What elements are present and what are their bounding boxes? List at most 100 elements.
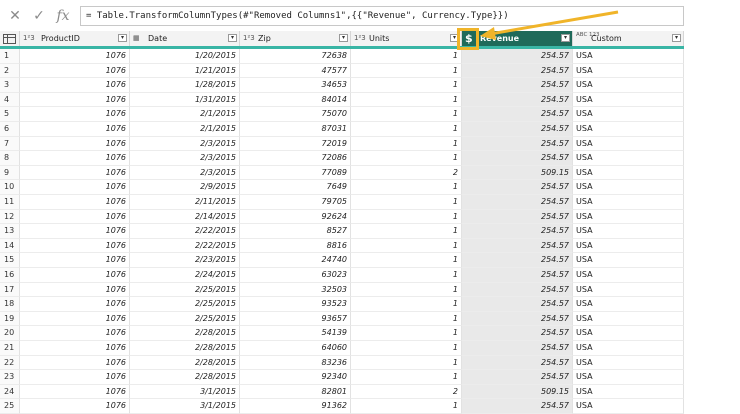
row-number[interactable]: 6 [0,122,20,137]
cell-custom[interactable]: USA [573,238,684,254]
cell-productid[interactable]: 1076 [20,311,130,327]
cell-units[interactable]: 2 [351,165,462,181]
row-number[interactable]: 7 [0,136,20,152]
cell-units[interactable]: 1 [351,78,462,93]
cell-revenue[interactable]: 254.57 [462,49,573,64]
row-number[interactable]: 13 [0,224,20,239]
cell-date[interactable]: 2/3/2015 [130,165,240,181]
cell-zip[interactable]: 63023 [240,268,351,283]
cancel-icon[interactable]: ✕ [5,6,25,26]
cell-custom[interactable]: USA [573,326,684,341]
cell-units[interactable]: 1 [351,92,462,108]
cell-custom[interactable]: USA [573,253,684,268]
cell-productid[interactable]: 1076 [20,136,130,152]
cell-units[interactable]: 1 [351,399,462,414]
table-row[interactable]: 4 1076 1/31/2015 84014 1 254.57 USA [0,92,684,108]
cell-units[interactable]: 1 [351,268,462,283]
row-number[interactable]: 24 [0,384,20,400]
cell-custom[interactable]: USA [573,92,684,108]
cell-custom[interactable]: USA [573,165,684,181]
cell-custom[interactable]: USA [573,122,684,137]
cell-date[interactable]: 2/1/2015 [130,107,240,122]
cell-productid[interactable]: 1076 [20,122,130,137]
header-zip[interactable]: 1²3 Zip ▾ [240,31,351,46]
cell-custom[interactable]: USA [573,355,684,371]
cell-productid[interactable]: 1076 [20,253,130,268]
row-number[interactable]: 10 [0,180,20,195]
cell-revenue[interactable]: 254.57 [462,311,573,327]
filter-dropdown-icon[interactable]: ▾ [339,34,348,42]
table-row[interactable]: 3 1076 1/28/2015 34653 1 254.57 USA [0,78,684,93]
cell-custom[interactable]: USA [573,384,684,400]
row-number[interactable]: 14 [0,238,20,254]
cell-revenue[interactable]: 254.57 [462,268,573,283]
cell-productid[interactable]: 1076 [20,399,130,414]
table-row[interactable]: 14 1076 2/22/2015 8816 1 254.57 USA [0,238,684,254]
cell-date[interactable]: 3/1/2015 [130,384,240,400]
cell-custom[interactable]: USA [573,297,684,312]
row-number[interactable]: 20 [0,326,20,341]
cell-units[interactable]: 1 [351,311,462,327]
cell-productid[interactable]: 1076 [20,151,130,166]
date-type-icon[interactable]: ▦ [133,31,140,46]
table-row[interactable]: 7 1076 2/3/2015 72019 1 254.57 USA [0,136,684,152]
cell-revenue[interactable]: 254.57 [462,326,573,341]
cell-date[interactable]: 2/28/2015 [130,370,240,385]
cell-productid[interactable]: 1076 [20,78,130,93]
number-type-icon[interactable]: 1²3 [243,31,255,46]
cell-units[interactable]: 1 [351,107,462,122]
cell-revenue[interactable]: 254.57 [462,224,573,239]
cell-zip[interactable]: 75070 [240,107,351,122]
cell-date[interactable]: 3/1/2015 [130,399,240,414]
cell-units[interactable]: 1 [351,341,462,356]
header-units[interactable]: 1²3 Units ▾ [351,31,462,46]
cell-custom[interactable]: USA [573,195,684,210]
cell-date[interactable]: 2/3/2015 [130,151,240,166]
cell-custom[interactable]: USA [573,282,684,298]
cell-units[interactable]: 1 [351,136,462,152]
cell-date[interactable]: 2/28/2015 [130,355,240,371]
cell-revenue[interactable]: 254.57 [462,78,573,93]
cell-revenue[interactable]: 254.57 [462,399,573,414]
filter-dropdown-icon[interactable]: ▾ [118,34,127,42]
row-number[interactable]: 16 [0,268,20,283]
cell-date[interactable]: 2/3/2015 [130,136,240,152]
table-row[interactable]: 12 1076 2/14/2015 92624 1 254.57 USA [0,209,684,225]
cell-productid[interactable]: 1076 [20,180,130,195]
cell-zip[interactable]: 32503 [240,282,351,298]
cell-zip[interactable]: 34653 [240,78,351,93]
cell-date[interactable]: 1/21/2015 [130,63,240,79]
cell-productid[interactable]: 1076 [20,370,130,385]
cell-revenue[interactable]: 254.57 [462,355,573,371]
table-row[interactable]: 13 1076 2/22/2015 8527 1 254.57 USA [0,224,684,239]
row-number[interactable]: 22 [0,355,20,371]
row-number[interactable]: 11 [0,195,20,210]
cell-units[interactable]: 1 [351,238,462,254]
cell-zip[interactable]: 82801 [240,384,351,400]
cell-productid[interactable]: 1076 [20,165,130,181]
table-row[interactable]: 22 1076 2/28/2015 83236 1 254.57 USA [0,355,684,371]
cell-units[interactable]: 1 [351,209,462,225]
commit-icon[interactable]: ✓ [29,6,49,26]
row-number[interactable]: 4 [0,92,20,108]
cell-date[interactable]: 2/25/2015 [130,297,240,312]
cell-revenue[interactable]: 254.57 [462,253,573,268]
cell-custom[interactable]: USA [573,209,684,225]
cell-units[interactable]: 2 [351,384,462,400]
cell-units[interactable]: 1 [351,253,462,268]
cell-zip[interactable]: 24740 [240,253,351,268]
table-row[interactable]: 20 1076 2/28/2015 54139 1 254.57 USA [0,326,684,341]
row-number[interactable]: 21 [0,341,20,356]
cell-zip[interactable]: 83236 [240,355,351,371]
cell-custom[interactable]: USA [573,268,684,283]
cell-zip[interactable]: 8816 [240,238,351,254]
table-row[interactable]: 25 1076 3/1/2015 91362 1 254.57 USA [0,399,684,414]
row-number[interactable]: 15 [0,253,20,268]
cell-zip[interactable]: 92624 [240,209,351,225]
cell-date[interactable]: 2/24/2015 [130,268,240,283]
cell-productid[interactable]: 1076 [20,224,130,239]
cell-units[interactable]: 1 [351,326,462,341]
cell-custom[interactable]: USA [573,399,684,414]
row-number[interactable]: 23 [0,370,20,385]
row-number[interactable]: 12 [0,209,20,225]
